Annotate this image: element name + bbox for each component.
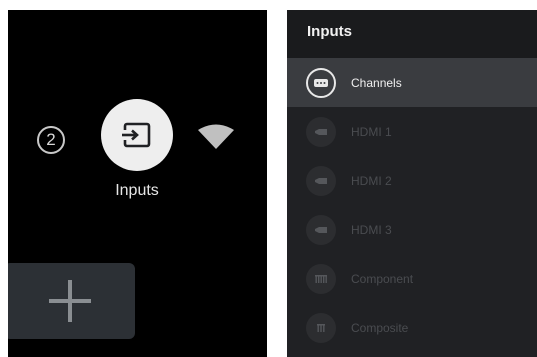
input-item-hdmi-2[interactable]: HDMI 2 bbox=[287, 156, 537, 205]
input-item-label: Channels bbox=[351, 75, 402, 90]
input-source-icon bbox=[122, 122, 151, 148]
menu-title: Inputs bbox=[287, 10, 537, 58]
input-item-label: HDMI 1 bbox=[351, 124, 392, 139]
inputs-menu: Inputs Channels HDMI 1 HDMI 2 HDMI 3 Com… bbox=[287, 10, 537, 357]
notification-badge[interactable]: 2 bbox=[37, 126, 65, 154]
hdmi-icon bbox=[306, 116, 336, 147]
component-icon bbox=[306, 263, 336, 294]
input-item-hdmi-3[interactable]: HDMI 3 bbox=[287, 205, 537, 254]
input-item-label: HDMI 2 bbox=[351, 173, 392, 188]
inputs-button[interactable] bbox=[101, 99, 173, 171]
plus-icon bbox=[48, 280, 91, 322]
composite-icon bbox=[306, 312, 336, 343]
home-screen: 2 Inputs bbox=[8, 10, 267, 357]
input-item-composite[interactable]: Composite bbox=[287, 303, 537, 352]
hdmi-icon bbox=[306, 165, 336, 196]
inputs-label: Inputs bbox=[115, 182, 159, 199]
hdmi-icon bbox=[306, 214, 336, 245]
input-item-label: HDMI 3 bbox=[351, 222, 392, 237]
input-item-label: Component bbox=[351, 271, 414, 286]
channels-icon bbox=[306, 67, 336, 98]
input-item-channels[interactable]: Channels bbox=[287, 58, 537, 107]
wifi-icon[interactable] bbox=[198, 123, 234, 149]
input-item-hdmi-1[interactable]: HDMI 1 bbox=[287, 107, 537, 156]
input-item-label: Composite bbox=[351, 320, 409, 335]
input-item-component[interactable]: Component bbox=[287, 254, 537, 303]
add-app-tile[interactable] bbox=[8, 263, 135, 339]
